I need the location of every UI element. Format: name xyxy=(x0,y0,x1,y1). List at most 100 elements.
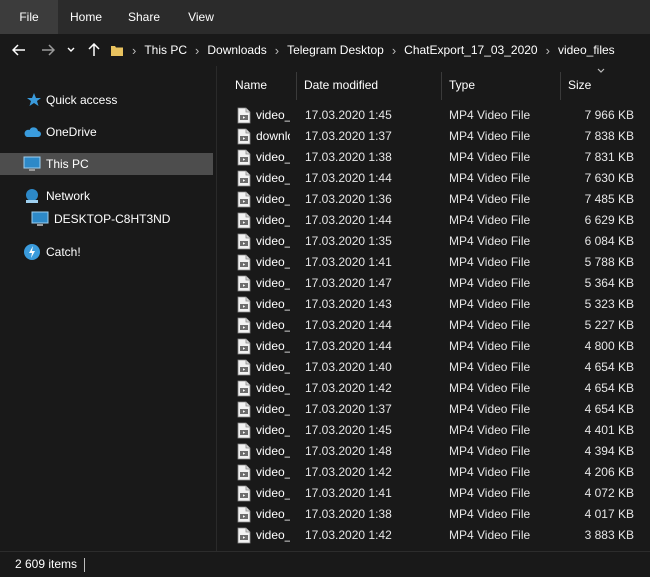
file-row[interactable]: video_file 17.03.2020 1:45 MP4 Video File 4… xyxy=(217,420,650,441)
nav-item-onedrive[interactable]: OneDrive xyxy=(0,121,213,143)
file-row[interactable]: video_file 17.03.2020 1:38 MP4 Video File 4… xyxy=(217,504,650,525)
breadcrumb-video-files[interactable]: video_files xyxy=(558,43,615,57)
file-row[interactable]: video_file 17.03.2020 1:38 MP4 Video File 7… xyxy=(217,147,650,168)
file-row[interactable]: video_file 17.03.2020 1:36 MP4 Video File 7… xyxy=(217,189,650,210)
column-header-size[interactable]: Size xyxy=(568,78,591,92)
video-file-icon xyxy=(237,485,251,502)
file-row[interactable]: video_file 17.03.2020 1:40 MP4 Video File 4… xyxy=(217,357,650,378)
file-size: 4 654 KB xyxy=(584,402,634,416)
video-file-icon xyxy=(237,233,251,250)
breadcrumb-this-pc[interactable]: This PC xyxy=(144,43,187,57)
file-row[interactable]: video_file 17.03.2020 1:44 MP4 Video File 7… xyxy=(217,168,650,189)
file-row[interactable]: video_file 17.03.2020 1:44 MP4 Video File 5… xyxy=(217,315,650,336)
file-row[interactable]: video_file 17.03.2020 1:44 MP4 Video File 6… xyxy=(217,210,650,231)
file-row[interactable]: video_file 17.03.2020 1:35 MP4 Video File 6… xyxy=(217,231,650,252)
file-size: 7 831 KB xyxy=(584,150,634,164)
file-date-modified: 17.03.2020 1:45 xyxy=(305,423,392,437)
column-header-date-modified[interactable]: Date modified xyxy=(304,78,378,92)
nav-item-catch[interactable]: Catch! xyxy=(0,241,213,263)
video-file-icon xyxy=(237,422,251,439)
file-size: 7 485 KB xyxy=(584,192,634,206)
file-row[interactable]: video_file 17.03.2020 1:42 MP4 Video File 4… xyxy=(217,462,650,483)
file-row[interactable]: video_file 17.03.2020 1:42 MP4 Video File 4… xyxy=(217,378,650,399)
file-name: video_file xyxy=(256,150,290,164)
nav-item-desktop-computer[interactable]: DESKTOP-C8HT3ND xyxy=(0,208,213,230)
file-name: download xyxy=(256,129,290,143)
file-row[interactable]: video_file 17.03.2020 1:37 MP4 Video File 4… xyxy=(217,399,650,420)
nav-item-label: Quick access xyxy=(46,93,118,107)
back-button[interactable] xyxy=(9,38,29,62)
star-icon xyxy=(25,91,43,109)
nav-item-network[interactable]: Network xyxy=(0,185,213,207)
file-row[interactable]: video_file 17.03.2020 1:48 MP4 Video File 4… xyxy=(217,441,650,462)
file-row[interactable]: video_file 17.03.2020 1:47 MP4 Video File 5… xyxy=(217,273,650,294)
nav-item-label: This PC xyxy=(46,157,89,171)
video-file-icon xyxy=(237,338,251,355)
folder-icon xyxy=(111,46,123,56)
video-file-icon xyxy=(237,443,251,460)
file-row[interactable]: video_file 17.03.2020 1:45 MP4 Video File 7… xyxy=(217,105,650,126)
file-type: MP4 Video File xyxy=(449,150,531,164)
nav-item-quick-access[interactable]: Quick access xyxy=(0,89,213,111)
file-size: 4 017 KB xyxy=(584,507,634,521)
status-bar: 2 609 items xyxy=(0,551,650,577)
video-file-icon xyxy=(237,296,251,313)
file-row[interactable]: video_file 17.03.2020 1:41 MP4 Video File 5… xyxy=(217,252,650,273)
forward-button[interactable] xyxy=(38,38,58,62)
tab-home[interactable]: Home xyxy=(58,0,114,34)
nav-item-label: OneDrive xyxy=(46,125,97,139)
recent-locations-button[interactable] xyxy=(63,38,79,62)
file-date-modified: 17.03.2020 1:44 xyxy=(305,171,392,185)
catch-icon xyxy=(23,243,41,261)
address-row: › This PC › Downloads › Telegram Desktop… xyxy=(0,34,650,66)
tab-view[interactable]: View xyxy=(174,0,228,34)
arrow-left-icon xyxy=(12,44,25,56)
up-button[interactable] xyxy=(84,38,104,62)
tab-share[interactable]: Share xyxy=(114,0,174,34)
column-divider[interactable] xyxy=(441,72,442,100)
address-bar[interactable]: › This PC › Downloads › Telegram Desktop… xyxy=(106,38,650,62)
tab-file[interactable]: File xyxy=(0,0,58,34)
column-header-name[interactable]: Name xyxy=(235,78,267,92)
file-type: MP4 Video File xyxy=(449,192,531,206)
file-name: video_file xyxy=(256,171,290,185)
file-date-modified: 17.03.2020 1:44 xyxy=(305,318,392,332)
navigation-pane: Quick access OneDrive This PC Network DE… xyxy=(0,66,216,551)
file-size: 5 788 KB xyxy=(584,255,634,269)
file-name: video_file xyxy=(256,381,290,395)
file-name: video_file xyxy=(256,234,290,248)
file-type: MP4 Video File xyxy=(449,465,531,479)
breadcrumb-separator-icon: › xyxy=(132,42,137,58)
file-size: 6 629 KB xyxy=(584,213,634,227)
file-size: 6 084 KB xyxy=(584,234,634,248)
file-type: MP4 Video File xyxy=(449,444,531,458)
file-size: 4 394 KB xyxy=(584,444,634,458)
file-name: video_file xyxy=(256,444,290,458)
column-divider[interactable] xyxy=(560,72,561,100)
file-row[interactable]: video_file 17.03.2020 1:42 MP4 Video File 3… xyxy=(217,525,650,546)
column-divider[interactable] xyxy=(296,72,297,100)
file-name: video_file xyxy=(256,297,290,311)
file-size: 7 630 KB xyxy=(584,171,634,185)
file-size: 4 654 KB xyxy=(584,360,634,374)
video-file-icon xyxy=(237,191,251,208)
file-row[interactable]: video_file 17.03.2020 1:44 MP4 Video File 4… xyxy=(217,336,650,357)
file-list: Name Date modified Type Size video_file 1… xyxy=(217,66,650,551)
video-file-icon xyxy=(237,464,251,481)
file-name: video_file xyxy=(256,423,290,437)
file-row[interactable]: video_file 17.03.2020 1:41 MP4 Video File 4… xyxy=(217,483,650,504)
file-row[interactable]: download 17.03.2020 1:37 MP4 Video File 7 8… xyxy=(217,126,650,147)
file-name: video_file xyxy=(256,318,290,332)
file-row[interactable]: video_file 17.03.2020 1:43 MP4 Video File 5… xyxy=(217,294,650,315)
file-name: video_file xyxy=(256,507,290,521)
video-file-icon xyxy=(237,401,251,418)
column-header-type[interactable]: Type xyxy=(449,78,475,92)
nav-item-this-pc[interactable]: This PC xyxy=(0,153,213,175)
video-file-icon xyxy=(237,317,251,334)
arrow-right-icon xyxy=(42,44,55,56)
breadcrumb-downloads[interactable]: Downloads xyxy=(207,43,266,57)
breadcrumb-chatexport[interactable]: ChatExport_17_03_2020 xyxy=(404,43,537,57)
breadcrumb-telegram-desktop[interactable]: Telegram Desktop xyxy=(287,43,384,57)
video-file-icon xyxy=(237,527,251,544)
file-size: 4 072 KB xyxy=(584,486,634,500)
